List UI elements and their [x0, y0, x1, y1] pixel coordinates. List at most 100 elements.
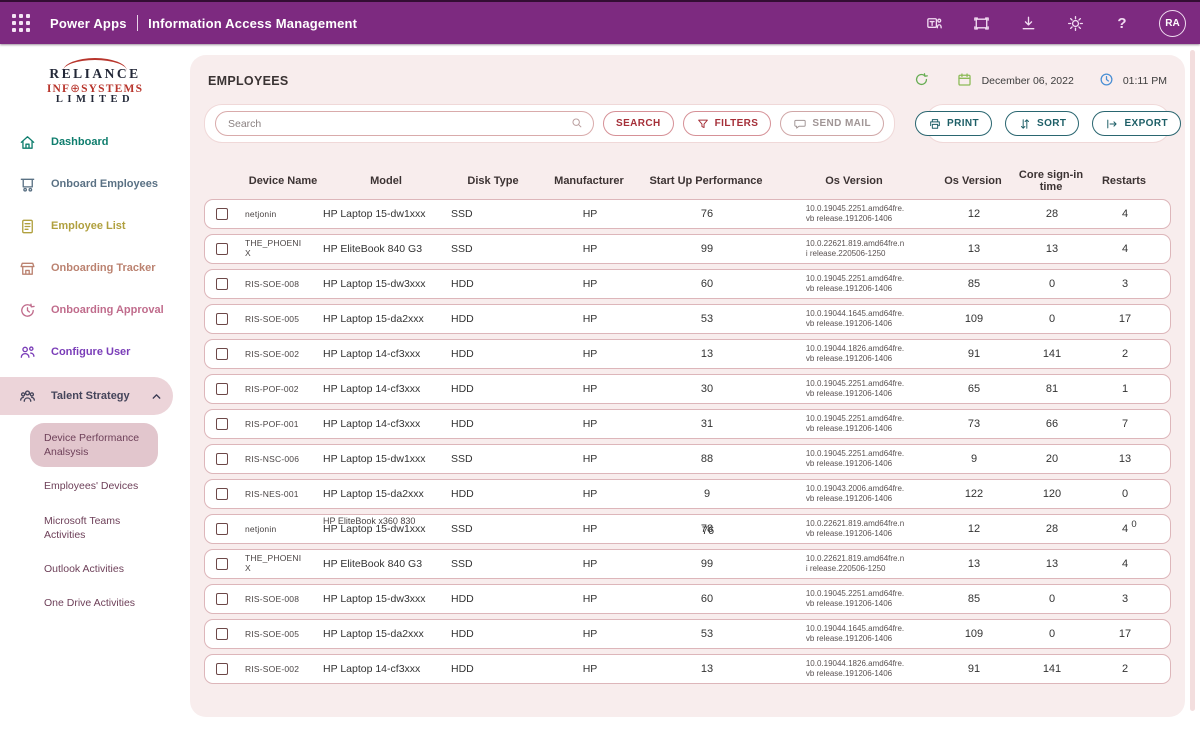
app-title-group: Power Apps Information Access Management	[50, 15, 357, 31]
column-header: Core sign-in time	[1008, 169, 1094, 193]
table-row[interactable]: RIS-NES-001HP Laptop 15-da2xxxHDDHP910.0…	[204, 479, 1171, 509]
table-row[interactable]: netjoninHP Laptop 15-dw1xxxSSDHP7610.0.1…	[204, 199, 1171, 229]
cell-os-version: 13	[939, 243, 1009, 255]
cell-manufacturer: HP	[537, 418, 643, 430]
column-header: Restarts	[1094, 175, 1154, 187]
cell-device-name: RIS-SOE-008	[245, 593, 323, 605]
sidebar-item-label: Talent Strategy	[51, 390, 130, 402]
help-icon[interactable]: ?	[1112, 13, 1132, 33]
sidebar-item-onboarding-tracker[interactable]: Onboarding Tracker	[0, 247, 190, 289]
table-row[interactable]: THE_PHOENIXHP EliteBook 840 G3SSDHP9910.…	[204, 549, 1171, 579]
download-icon[interactable]	[1018, 13, 1038, 33]
row-checkbox[interactable]	[216, 488, 228, 500]
cell-core-signin-time: 0	[1009, 628, 1095, 640]
chevron-up-icon[interactable]	[150, 390, 163, 403]
vertical-scrollbar[interactable]	[1190, 50, 1195, 711]
sidebar-item-talent-strategy[interactable]: Talent Strategy	[0, 377, 173, 415]
powerapps-brand: Power Apps	[50, 16, 127, 31]
cell-os-version-text: 10.0.19045.2251.amd64fre. vb release.191…	[771, 204, 939, 224]
clock-icon[interactable]	[1098, 71, 1115, 91]
teams-icon[interactable]	[924, 13, 944, 33]
row-checkbox[interactable]	[216, 383, 228, 395]
sidebar-item-onboard-employees[interactable]: Onboard Employees	[0, 163, 190, 205]
cell-core-signin-time: 28	[1009, 208, 1095, 220]
cell-os-version: 91	[939, 663, 1009, 675]
row-checkbox[interactable]	[216, 243, 228, 255]
row-checkbox-cell	[213, 243, 245, 255]
cell-os-version: 13	[939, 558, 1009, 570]
row-checkbox-cell	[213, 418, 245, 430]
cell-disk-type: HDD	[451, 348, 537, 360]
cell-manufacturer: HP	[537, 313, 643, 325]
row-checkbox[interactable]	[216, 628, 228, 640]
cell-manufacturer: HP	[537, 488, 643, 500]
table-row[interactable]: RIS-POF-001HP Laptop 14-cf3xxxHDDHP3110.…	[204, 409, 1171, 439]
row-checkbox[interactable]	[216, 663, 228, 675]
sidebar-item-dashboard[interactable]: Dashboard	[0, 121, 190, 163]
cell-model: HP Laptop 15-da2xxx	[323, 313, 451, 325]
cell-device-name: RIS-SOE-002	[245, 348, 323, 360]
row-checkbox[interactable]	[216, 418, 228, 430]
cell-restarts: 4	[1095, 208, 1155, 220]
table-row[interactable]: RIS-SOE-008HP Laptop 15-dw3xxxHDDHP6010.…	[204, 584, 1171, 614]
cell-disk-type: HDD	[451, 593, 537, 605]
title-divider	[137, 15, 139, 31]
print-button[interactable]: PRINT	[915, 111, 992, 136]
table-row[interactable]: netjoninHP Laptop 15-dw1xxxHP EliteBook …	[204, 514, 1171, 544]
table-row[interactable]: RIS-SOE-008HP Laptop 15-dw3xxxHDDHP6010.…	[204, 269, 1171, 299]
row-checkbox-cell	[213, 313, 245, 325]
table-row[interactable]: RIS-NSC-006HP Laptop 15-dw1xxxSSDHP8810.…	[204, 444, 1171, 474]
submenu-item-device-performance-analysis[interactable]: Device Performance Analsysis	[30, 423, 158, 467]
row-checkbox[interactable]	[216, 278, 228, 290]
settings-gear-icon[interactable]	[1065, 13, 1085, 33]
cell-os-version-text: 10.0.22621.819.amd64fre.n vb release.191…	[771, 519, 939, 539]
table-row[interactable]: RIS-SOE-002HP Laptop 14-cf3xxxHDDHP1310.…	[204, 654, 1171, 684]
submenu-item-outlook-activities[interactable]: Outlook Activities	[30, 554, 158, 584]
export-button[interactable]: EXPORT	[1092, 111, 1181, 136]
row-checkbox[interactable]	[216, 348, 228, 360]
cell-disk-type: HDD	[451, 488, 537, 500]
row-checkbox[interactable]	[216, 208, 228, 220]
calendar-icon[interactable]	[956, 71, 973, 91]
cell-restarts: 13	[1095, 453, 1155, 465]
cell-restarts: 17	[1095, 313, 1155, 325]
row-checkbox[interactable]	[216, 453, 228, 465]
cell-manufacturer: HP	[537, 278, 643, 290]
sidebar-item-configure-user[interactable]: Configure User	[0, 331, 190, 373]
sidebar: RELIANCE INF⊕SYSTEMS LIMITED Dashboard O…	[0, 44, 190, 731]
table-row[interactable]: RIS-POF-002HP Laptop 14-cf3xxxHDDHP3010.…	[204, 374, 1171, 404]
table-row[interactable]: RIS-SOE-005HP Laptop 15-da2xxxHDDHP5310.…	[204, 304, 1171, 334]
row-checkbox[interactable]	[216, 523, 228, 535]
sort-arrows-icon	[1018, 117, 1032, 131]
table-row[interactable]: RIS-SOE-002HP Laptop 14-cf3xxxHDDHP1310.…	[204, 339, 1171, 369]
table-row[interactable]: RIS-SOE-005HP Laptop 15-da2xxxHDDHP5310.…	[204, 619, 1171, 649]
frame-icon[interactable]	[971, 13, 991, 33]
table-row[interactable]: THE_PHOENIXHP EliteBook 840 G3SSDHP9910.…	[204, 234, 1171, 264]
waffle-icon[interactable]	[10, 12, 32, 34]
sort-button[interactable]: SORT	[1005, 111, 1079, 136]
cell-model-ghost: HP EliteBook x360 830	[323, 516, 451, 526]
search-input[interactable]	[215, 111, 594, 136]
send-mail-button[interactable]: SEND MAIL	[780, 111, 884, 136]
row-checkbox[interactable]	[216, 593, 228, 605]
cell-os-version-text: 10.0.19045.2251.amd64fre. vb release.191…	[771, 379, 939, 399]
list-icon	[18, 217, 37, 236]
cell-core-signin-time: 28	[1009, 523, 1095, 535]
cell-startup-performance: 53	[643, 313, 771, 325]
row-checkbox-cell	[213, 663, 245, 675]
team-icon	[18, 387, 37, 406]
search-button[interactable]: SEARCH	[603, 111, 674, 136]
submenu-item-one-drive-activities[interactable]: One Drive Activities	[30, 588, 158, 618]
submenu-item-employees-devices[interactable]: Employees' Devices	[30, 471, 158, 501]
submenu-item-microsoft-teams-activities[interactable]: Microsoft Teams Activities	[30, 506, 158, 550]
row-checkbox[interactable]	[216, 558, 228, 570]
cell-startup-performance: 30	[643, 383, 771, 395]
row-checkbox[interactable]	[216, 313, 228, 325]
sidebar-item-employee-list[interactable]: Employee List	[0, 205, 190, 247]
refresh-icon[interactable]	[913, 71, 930, 91]
logo-line2: INF⊕SYSTEMS	[20, 81, 170, 95]
sidebar-item-onboarding-approval[interactable]: Onboarding Approval	[0, 289, 190, 331]
user-avatar[interactable]: RA	[1159, 10, 1186, 37]
cell-model: HP Laptop 14-cf3xxx	[323, 418, 451, 430]
filters-button[interactable]: FILTERS	[683, 111, 772, 136]
